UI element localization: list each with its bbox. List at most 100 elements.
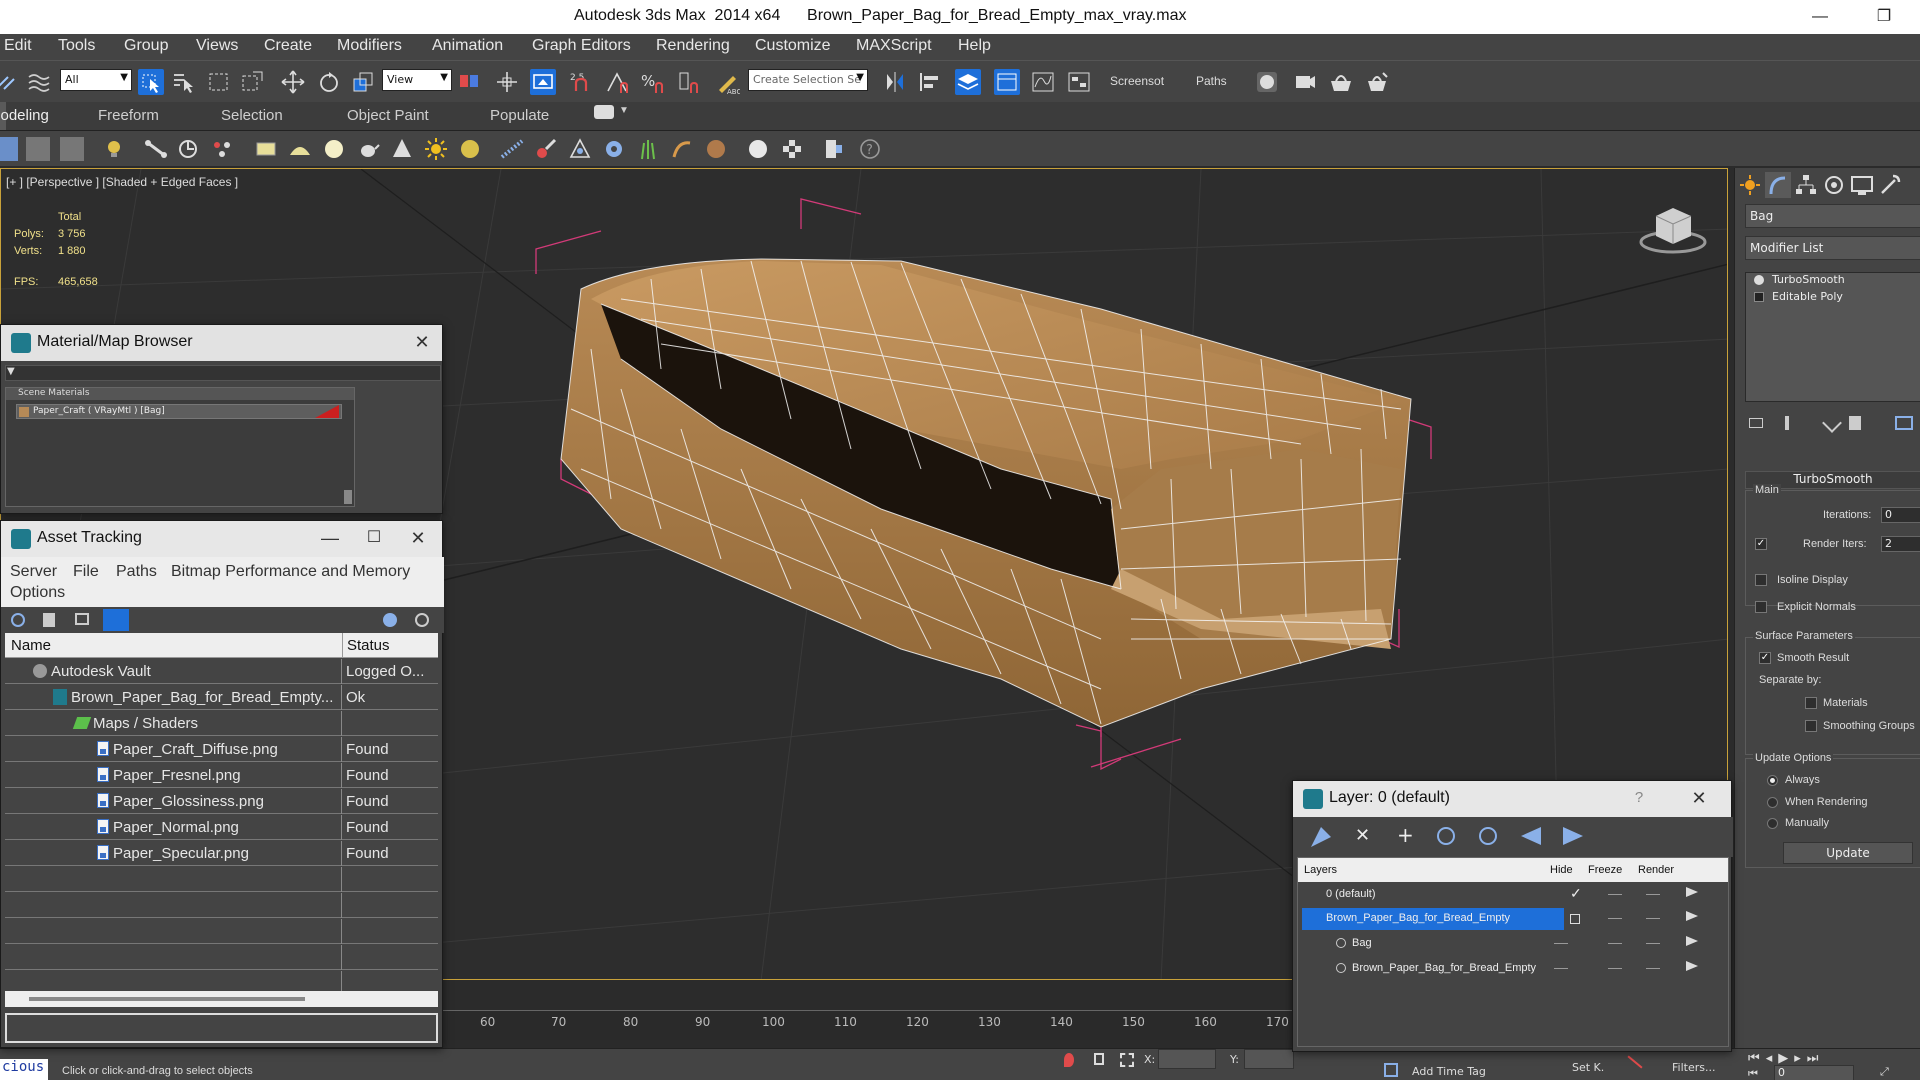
menu-help[interactable]: Help: [958, 37, 991, 55]
render-icon[interactable]: [1686, 961, 1698, 971]
container-icon[interactable]: [822, 137, 846, 161]
browser-options-chevron-icon[interactable]: ▼: [7, 366, 15, 377]
selection-filter-dropdown[interactable]: All ▼: [60, 69, 132, 91]
render-icon[interactable]: [1686, 936, 1698, 946]
help-button[interactable]: ?: [1627, 787, 1651, 811]
layer-window-titlebar[interactable]: Layer: 0 (default) ? ✕: [1293, 781, 1731, 817]
pin-stack-icon[interactable]: [1749, 418, 1763, 428]
filters-button[interactable]: Filters...: [1672, 1061, 1715, 1074]
tab-freeform[interactable]: Freeform: [98, 107, 159, 124]
percent-snap-icon[interactable]: %: [640, 69, 666, 95]
material-sphere-icon[interactable]: [746, 137, 770, 161]
select-objects-in-layer-icon[interactable]: [1437, 827, 1455, 845]
menu-paths[interactable]: Paths: [116, 563, 157, 581]
asset-path-field[interactable]: [5, 1013, 438, 1043]
column-render[interactable]: Render: [1638, 864, 1674, 876]
always-radio[interactable]: [1767, 775, 1778, 786]
menu-server[interactable]: Server: [10, 563, 57, 581]
pivot-center-icon[interactable]: [456, 69, 482, 95]
toolbar2-icon-1[interactable]: [0, 137, 18, 161]
bone-icon[interactable]: [144, 137, 168, 161]
paths-label[interactable]: Paths: [1196, 74, 1227, 88]
close-icon[interactable]: ✕: [410, 331, 434, 355]
restore-button[interactable]: ❐: [1864, 4, 1904, 30]
column-freeze[interactable]: Freeze: [1588, 864, 1622, 876]
expand-icon[interactable]: [1754, 292, 1764, 302]
column-layers[interactable]: Layers: [1304, 864, 1337, 876]
rect-selection-icon[interactable]: [206, 69, 232, 95]
settings-icon[interactable]: [415, 613, 429, 627]
move-icon[interactable]: [280, 69, 306, 95]
table-row[interactable]: Paper_Normal.png Found: [5, 815, 438, 840]
highlight-selected-layer-icon[interactable]: [1479, 827, 1497, 845]
current-frame-field[interactable]: 0: [1774, 1065, 1854, 1080]
list-view-icon[interactable]: [43, 613, 55, 627]
hemisphere-icon[interactable]: [288, 137, 312, 161]
table-row[interactable]: Brown_Paper_Bag_for_Bread_Empty... Ok: [5, 685, 438, 710]
maxscript-listener[interactable]: cious: [0, 1059, 48, 1080]
minimize-button[interactable]: —: [318, 527, 342, 551]
stack-item-editable-poly[interactable]: Editable Poly: [1746, 290, 1920, 307]
playback-controls[interactable]: ⏮◂▶▸⏭: [1748, 1051, 1824, 1066]
teapot-icon[interactable]: [356, 137, 380, 161]
close-icon[interactable]: ✕: [1687, 787, 1711, 811]
make-unique-icon[interactable]: [1822, 413, 1842, 433]
table-row[interactable]: Maps / Shaders: [5, 711, 438, 736]
rotate-icon[interactable]: [316, 69, 342, 95]
smoothing-groups-checkbox[interactable]: [1805, 720, 1817, 732]
scrollbar-thumb[interactable]: [29, 997, 305, 1001]
hair-icon[interactable]: [670, 137, 694, 161]
utilities-tab-icon[interactable]: [1877, 172, 1903, 198]
render-icon[interactable]: [1686, 887, 1698, 897]
scene-explorer-icon[interactable]: [994, 69, 1020, 95]
mirror-icon[interactable]: [882, 69, 908, 95]
object-name-field[interactable]: Bag: [1745, 204, 1920, 228]
y-coordinate-field[interactable]: [1244, 1049, 1294, 1069]
vertex-paint-icon[interactable]: [568, 137, 592, 161]
show-end-result-icon[interactable]: [1785, 416, 1789, 430]
cone-icon[interactable]: [390, 137, 414, 161]
link-icon[interactable]: [0, 69, 20, 95]
screenshot-label[interactable]: Screensot: [1110, 74, 1164, 88]
help-icon[interactable]: [383, 613, 397, 627]
scale-icon[interactable]: [350, 69, 376, 95]
freeze-all-layers-icon[interactable]: [1563, 827, 1583, 845]
table-row[interactable]: Paper_Fresnel.png Found: [5, 763, 438, 788]
zoom-extents-icon[interactable]: ⤢: [1880, 1065, 1889, 1079]
menu-rendering[interactable]: Rendering: [656, 37, 730, 55]
select-and-manipulate-icon[interactable]: [494, 69, 520, 95]
named-selection-dropdown[interactable]: Create Selection Se ▼: [748, 69, 868, 91]
help-icon[interactable]: ?: [858, 137, 882, 161]
render-frame-window-icon[interactable]: [1328, 69, 1354, 95]
refresh-icon[interactable]: [11, 613, 25, 627]
remove-modifier-icon[interactable]: [1849, 416, 1861, 430]
menu-edit[interactable]: Edit: [4, 37, 32, 55]
motion-tab-icon[interactable]: [1821, 172, 1847, 198]
spinner-snap-icon[interactable]: [676, 69, 702, 95]
menu-maxscript[interactable]: MAXScript: [856, 37, 932, 55]
menu-bitmap-performance[interactable]: Bitmap Performance and Memory: [171, 563, 410, 581]
grid-dots-icon[interactable]: [500, 137, 524, 161]
create-tab-icon[interactable]: [1737, 172, 1763, 198]
cloth-icon[interactable]: [704, 137, 728, 161]
hierarchy-tab-icon[interactable]: [1793, 172, 1819, 198]
omni-light-icon[interactable]: [458, 137, 482, 161]
thumbnail-view-icon[interactable]: [75, 613, 89, 625]
update-button[interactable]: Update: [1783, 842, 1913, 864]
go-start-icon[interactable]: ⏮: [1748, 1067, 1758, 1080]
iterations-spinner[interactable]: 0: [1881, 507, 1920, 523]
window-crossing-icon[interactable]: [240, 69, 266, 95]
ribbon-options-icon[interactable]: [594, 105, 614, 119]
snaps-toggle-icon[interactable]: 2.5: [568, 69, 594, 95]
table-row[interactable]: Paper_Glossiness.png Found: [5, 789, 438, 814]
make-current-box[interactable]: [1570, 914, 1580, 924]
menu-animation[interactable]: Animation: [432, 37, 503, 55]
render-iters-spinner[interactable]: 2: [1881, 536, 1920, 552]
unlink-icon[interactable]: [26, 69, 52, 95]
paint-icon[interactable]: [534, 137, 558, 161]
material-browser-titlebar[interactable]: Material/Map Browser ✕: [1, 325, 442, 361]
hide-all-layers-icon[interactable]: [1521, 827, 1541, 845]
toolbar2-icon-3[interactable]: [60, 137, 84, 161]
x-coordinate-field[interactable]: [1158, 1049, 1216, 1069]
layer-row-default[interactable]: 0 (default) ✓: [1302, 882, 1726, 907]
